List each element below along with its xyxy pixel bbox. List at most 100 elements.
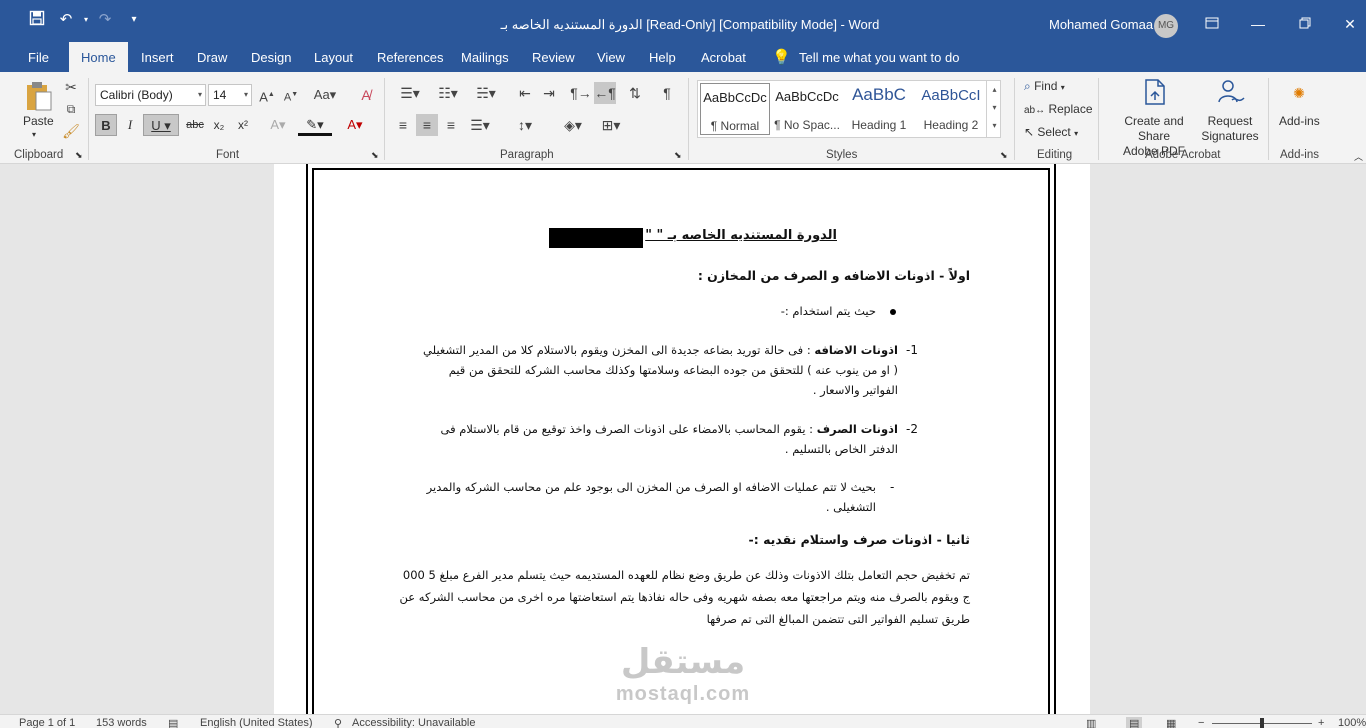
tab-layout[interactable]: Layout (314, 42, 353, 72)
zoom-in-icon[interactable]: + (1318, 717, 1324, 728)
superscript-button[interactable]: x² (232, 114, 254, 136)
style-normal[interactable]: AaBbCcDc ¶ Normal (700, 83, 770, 135)
align-right-icon[interactable]: ≡ (440, 114, 462, 136)
shrink-font-icon[interactable]: A▼ (280, 84, 302, 106)
borders-icon[interactable]: ⊞▾ (594, 114, 628, 136)
ltr-icon[interactable]: ¶→ (570, 82, 592, 104)
show-formatting-icon[interactable]: ¶ (656, 82, 678, 104)
font-launcher-icon[interactable]: ⬊ (371, 150, 379, 161)
clipboard-launcher-icon[interactable]: ⬊ (75, 150, 83, 161)
grow-font-icon[interactable]: A▲ (256, 84, 278, 106)
web-layout-icon[interactable]: ▦ (1166, 717, 1176, 728)
user-name[interactable]: Mohamed Gomaa (1049, 17, 1153, 32)
section-2-heading[interactable]: ثانيا - اذونات صرف واستلام نقديه :- (700, 532, 970, 547)
find-button[interactable]: ⌕ Find ▾ (1024, 79, 1065, 94)
increase-indent-icon[interactable]: ⇥ (538, 82, 560, 104)
font-name-select[interactable]: Calibri (Body) ▾ (95, 84, 206, 106)
list-item-1[interactable]: اذونات الاضافه : فى حالة توريد بضاعه جدي… (420, 340, 898, 400)
page-count[interactable]: Page 1 of 1 (19, 717, 75, 728)
language[interactable]: English (United States) (200, 717, 313, 728)
restore-icon[interactable] (1293, 14, 1317, 34)
font-color-button[interactable]: A▾ (338, 114, 372, 136)
style-no-spacing[interactable]: AaBbCcDc ¶ No Spac... (772, 83, 842, 135)
print-layout-icon[interactable]: ▤ (1126, 717, 1143, 728)
justify-icon[interactable]: ☰▾ (464, 114, 496, 136)
tab-home[interactable]: Home (69, 42, 128, 72)
more-styles-icon[interactable]: ▾ (987, 117, 1002, 135)
paste-icon[interactable] (24, 80, 54, 111)
request-signatures-icon[interactable] (1216, 78, 1246, 106)
clear-formatting-icon[interactable]: A̸ (355, 84, 377, 106)
tab-help[interactable]: Help (649, 42, 676, 72)
add-ins-button[interactable]: Add-ins (1279, 114, 1320, 128)
avatar[interactable]: MG (1154, 14, 1178, 38)
strikethrough-button[interactable]: abc (184, 114, 206, 136)
collapse-ribbon-icon[interactable]: ︿ (1354, 150, 1363, 163)
rtl-icon[interactable]: ←¶ (594, 82, 616, 104)
undo-dropdown-icon[interactable]: ▾ (76, 10, 96, 30)
request-signatures-button[interactable]: Request Signatures (1200, 114, 1260, 144)
customize-toolbar-icon[interactable]: ▾ (124, 10, 144, 30)
style-heading-2[interactable]: AaBbCcI Heading 2 (916, 83, 986, 135)
chevron-down-icon[interactable]: ▾ (987, 99, 1002, 117)
accessibility-status[interactable]: Accessibility: Unavailable (352, 717, 476, 728)
copy-icon[interactable]: ⧉ (60, 98, 82, 120)
tell-me-search[interactable]: Tell me what you want to do (799, 42, 959, 72)
proofing-icon[interactable]: ▤ (168, 717, 178, 728)
close-icon[interactable]: ✕ (1338, 14, 1362, 34)
bullets-icon[interactable]: ☰▾ (394, 82, 426, 104)
align-left-icon[interactable]: ≡ (392, 114, 414, 136)
style-heading-1[interactable]: AaBbC Heading 1 (844, 83, 914, 135)
tab-draw[interactable]: Draw (197, 42, 227, 72)
align-center-icon[interactable]: ≡ (416, 114, 438, 136)
minimize-icon[interactable]: — (1246, 14, 1270, 34)
add-ins-icon[interactable]: ✺ (1288, 82, 1310, 104)
bold-button[interactable]: B (95, 114, 117, 136)
dash-item[interactable]: بحيث لا تتم عمليات الاضافه او الصرف من ا… (420, 477, 876, 517)
bullet-item[interactable]: حيث يتم استخدام :- (700, 301, 876, 321)
section-1-heading[interactable]: اولاً - اذونات الاضافه و الصرف من المخاز… (698, 268, 970, 283)
redo-icon[interactable]: ↷ (95, 10, 115, 30)
font-size-select[interactable]: 14 ▾ (208, 84, 252, 106)
word-count[interactable]: 153 words (96, 717, 147, 728)
numbering-icon[interactable]: ☷▾ (432, 82, 464, 104)
undo-icon[interactable]: ↶ (56, 10, 76, 30)
tab-references[interactable]: References (377, 42, 443, 72)
zoom-out-icon[interactable]: − (1198, 717, 1204, 728)
zoom-level[interactable]: 100% (1338, 717, 1366, 728)
tab-design[interactable]: Design (251, 42, 291, 72)
save-icon[interactable] (27, 10, 47, 30)
create-pdf-icon[interactable] (1142, 78, 1168, 106)
shading-icon[interactable]: ◈▾ (556, 114, 590, 136)
text-effects-button[interactable]: A▾ (262, 114, 294, 136)
subscript-button[interactable]: x₂ (208, 114, 230, 136)
tab-insert[interactable]: Insert (141, 42, 174, 72)
format-painter-icon[interactable]: 🖌 (60, 120, 82, 142)
tab-file[interactable]: File (28, 42, 49, 72)
multilevel-list-icon[interactable]: ☵▾ (470, 82, 502, 104)
styles-scroll[interactable]: ▴ ▾ ▾ (986, 81, 1002, 137)
cut-icon[interactable]: ✂ (60, 76, 82, 98)
decrease-indent-icon[interactable]: ⇤ (514, 82, 536, 104)
line-spacing-icon[interactable]: ↕▾ (508, 114, 542, 136)
underline-button[interactable]: U ▾ (143, 114, 179, 136)
replace-button[interactable]: ab↔ Replace (1024, 102, 1093, 116)
change-case-icon[interactable]: Aa▾ (310, 84, 340, 106)
paste-dropdown-icon[interactable]: ▾ (32, 130, 36, 139)
paragraph-launcher-icon[interactable]: ⬊ (674, 150, 682, 161)
chevron-up-icon[interactable]: ▴ (987, 81, 1002, 99)
tab-review[interactable]: Review (532, 42, 575, 72)
styles-launcher-icon[interactable]: ⬊ (1000, 150, 1008, 161)
tab-mailings[interactable]: Mailings (461, 42, 509, 72)
body-paragraph[interactable]: تم تخفيض حجم التعامل بتلك الاذونات وذلك … (398, 564, 970, 630)
zoom-slider-thumb[interactable] (1260, 718, 1264, 728)
sort-icon[interactable]: ⇅ (624, 82, 646, 104)
paste-button[interactable]: Paste (23, 114, 54, 128)
lightbulb-icon[interactable]: 💡 (772, 42, 791, 72)
read-mode-icon[interactable]: ▥ (1086, 717, 1096, 728)
highlight-color-button[interactable]: ✎▾ (298, 114, 332, 136)
ribbon-display-options-icon[interactable] (1200, 14, 1224, 34)
list-item-2[interactable]: اذونات الصرف : يقوم المحاسب بالامضاء على… (412, 419, 898, 459)
tab-acrobat[interactable]: Acrobat (701, 42, 746, 72)
select-button[interactable]: ↖ Select ▾ (1024, 125, 1078, 139)
